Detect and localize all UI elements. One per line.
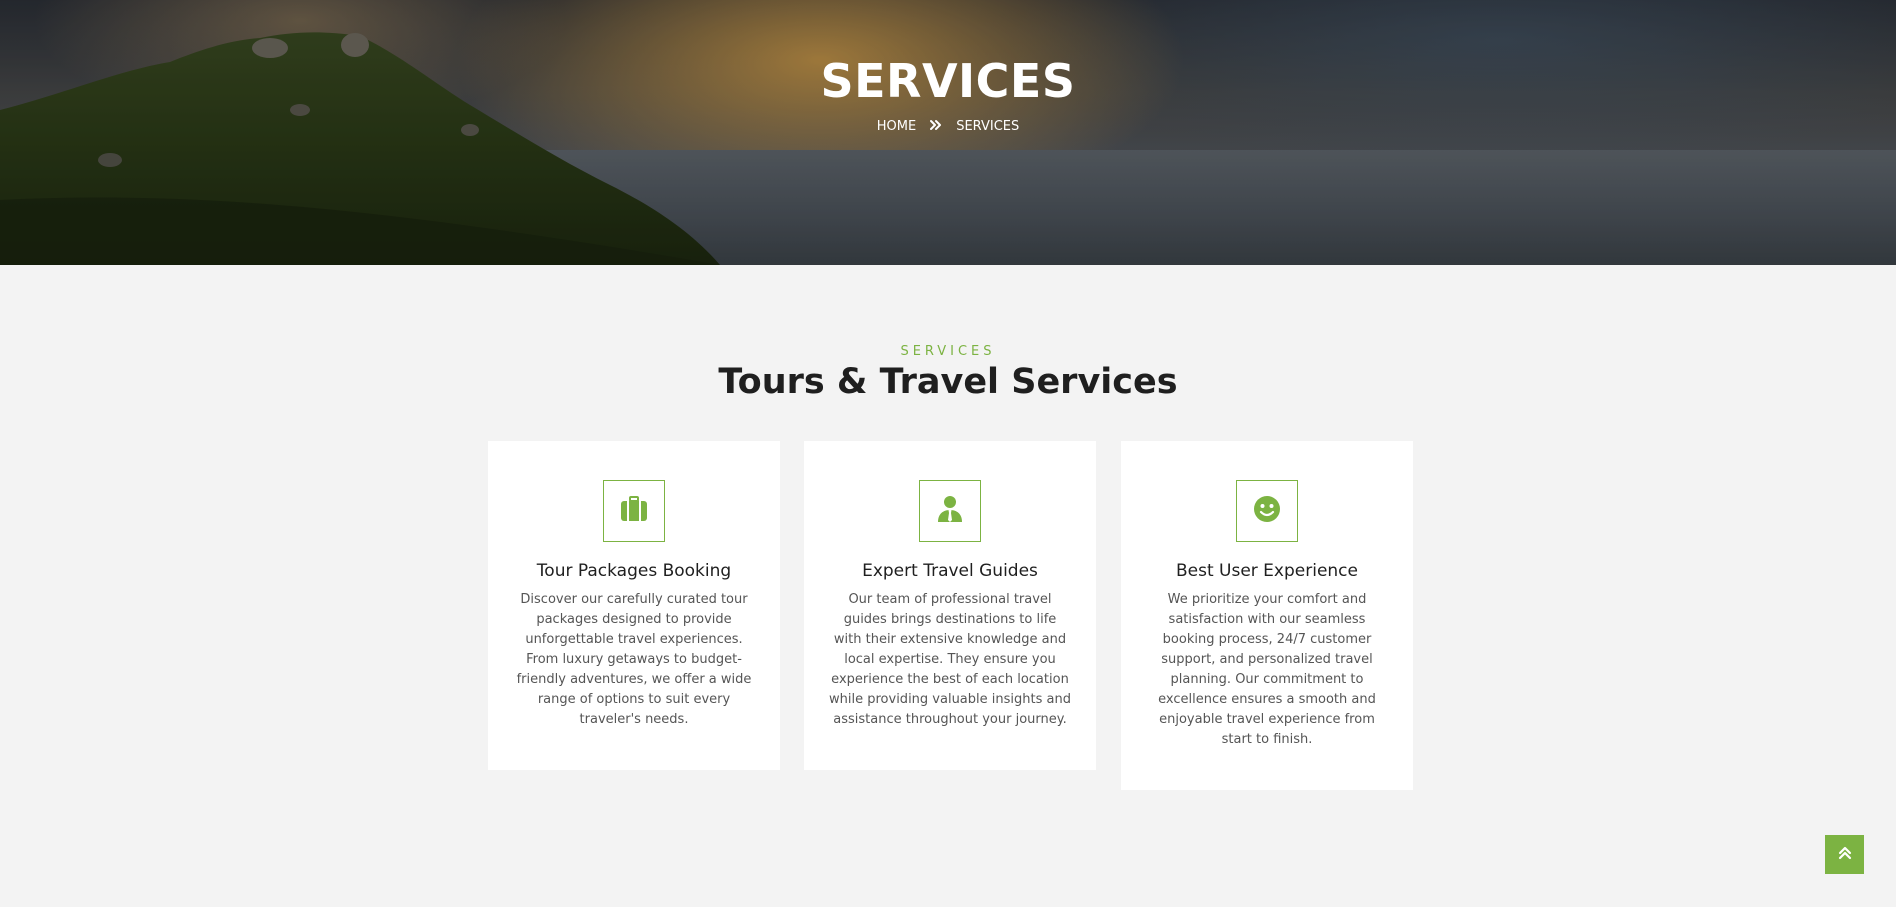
service-card-title: Expert Travel Guides <box>862 561 1038 581</box>
suitcase-icon <box>620 496 648 526</box>
scroll-to-top-button[interactable] <box>1825 835 1864 874</box>
page-title: SERVICES <box>820 54 1076 108</box>
double-chevron-up-icon <box>1838 845 1852 864</box>
breadcrumb-home-link[interactable]: HOME <box>877 119 916 134</box>
breadcrumb: HOME SERVICES <box>0 119 1896 134</box>
double-chevron-right-icon <box>930 119 942 134</box>
service-card-text: Our team of professional travel guides b… <box>829 592 1071 727</box>
service-card-text: Discover our carefully curated tour pack… <box>516 592 752 727</box>
hero-banner: SERVICES HOME SERVICES <box>0 0 1896 265</box>
service-card-title: Best User Experience <box>1175 561 1358 581</box>
service-card-travel-guides: Expert Travel Guides Our team of profess… <box>804 441 1096 770</box>
service-icon-frame <box>919 480 981 542</box>
breadcrumb-current: SERVICES <box>956 119 1020 134</box>
service-card-title: Tour Packages Booking <box>536 561 732 581</box>
service-icon-frame <box>603 480 665 542</box>
section-title: Tours & Travel Services <box>718 362 1178 402</box>
section-eyebrow: SERVICES <box>900 344 996 359</box>
smile-icon <box>1253 495 1281 527</box>
user-tie-icon <box>937 495 963 527</box>
service-card-tour-packages: Tour Packages Booking Discover our caref… <box>488 441 780 770</box>
service-icon-frame <box>1236 480 1298 542</box>
service-card-text: We prioritize your comfort and satisfact… <box>1158 592 1376 747</box>
service-card-user-experience: Best User Experience We prioritize your … <box>1121 441 1413 790</box>
